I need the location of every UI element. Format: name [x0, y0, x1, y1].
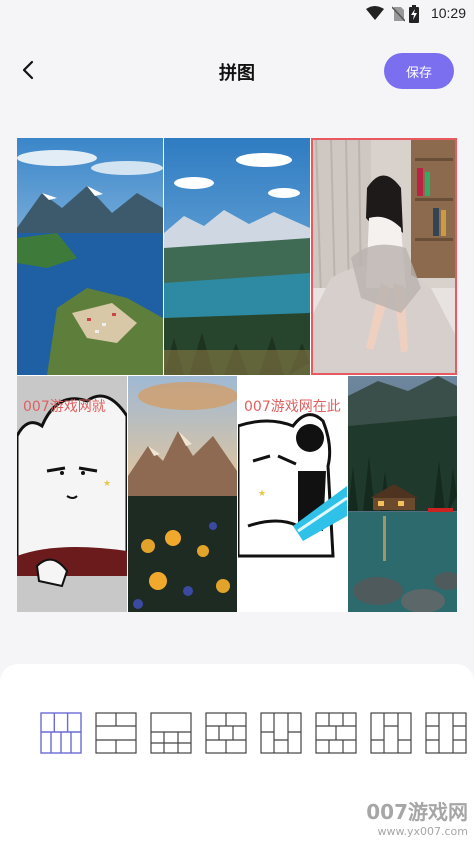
panda-overlay-text: 007游戏网在此	[244, 399, 341, 415]
lake-cabin-photo[interactable]	[348, 376, 457, 612]
mountain-lake-photo[interactable]	[164, 138, 310, 375]
watermark-url: www.yx007.com	[377, 825, 468, 838]
layout-option-4[interactable]	[205, 712, 247, 754]
layout-option-2[interactable]	[95, 712, 137, 754]
watermark-title: 007游戏网	[366, 800, 468, 824]
panda-meme-image[interactable]: ★ 007游戏网在此	[238, 376, 347, 612]
layout-option-8[interactable]	[425, 712, 467, 754]
layout-option-7[interactable]	[370, 712, 412, 754]
layout-option-3[interactable]	[150, 712, 192, 754]
watermark: 007游戏网 www.yx007.com	[366, 796, 468, 838]
wifi-icon	[366, 6, 384, 20]
cat-sketch-image[interactable]: ★ 007游戏网就	[17, 376, 127, 612]
svg-text:★: ★	[258, 489, 266, 499]
header: 拼图 保存	[0, 42, 474, 100]
status-time: 10:29	[430, 5, 466, 21]
no-sim-icon	[392, 6, 405, 22]
battery-charging-icon	[409, 5, 419, 23]
mountain-fjord-photo[interactable]	[17, 138, 163, 375]
layout-panel: 007游戏网 www.yx007.com	[0, 664, 474, 842]
save-button[interactable]: 保存	[384, 53, 454, 89]
collage-canvas: ★ 007游戏网就 ★ 007游戏网在此	[17, 138, 457, 612]
status-bar: 10:29	[0, 0, 474, 28]
mountain-flowers-photo[interactable]	[128, 376, 237, 612]
layout-option-5[interactable]	[260, 712, 302, 754]
layout-option-1[interactable]	[40, 712, 82, 754]
layout-option-6[interactable]	[315, 712, 357, 754]
girl-portrait-photo[interactable]	[311, 138, 457, 375]
cat-overlay-text: 007游戏网就	[23, 399, 106, 415]
svg-text:★: ★	[103, 479, 111, 489]
layout-list	[40, 712, 474, 756]
